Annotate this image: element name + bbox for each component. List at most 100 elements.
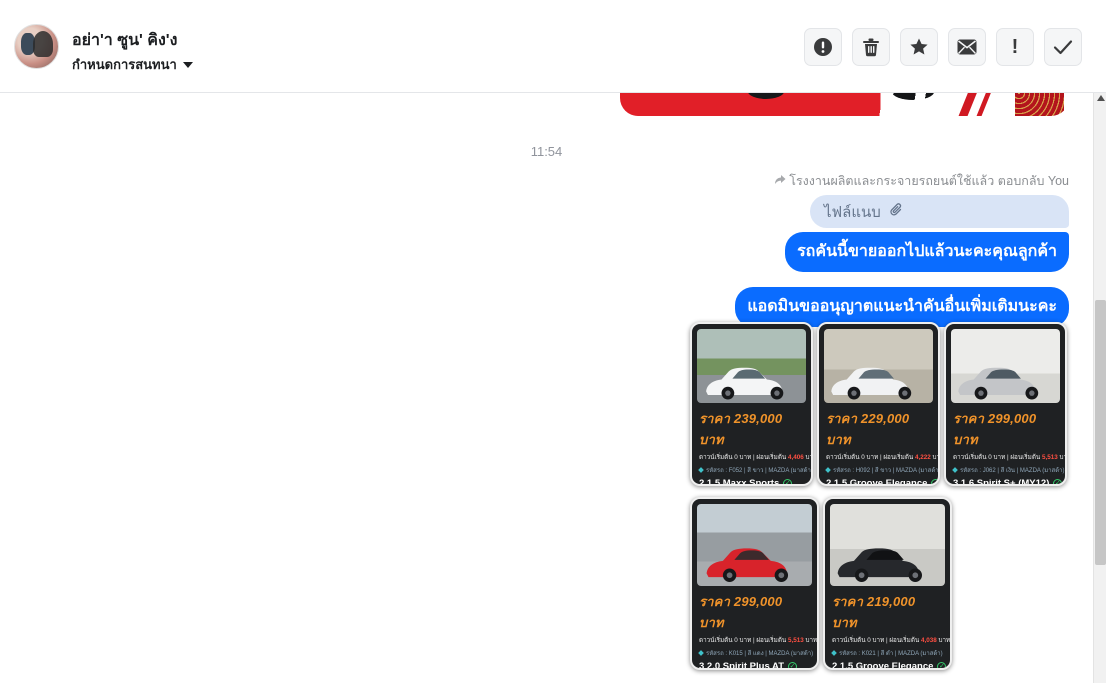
down-prefix: ดาวน์เริ่มต้น 0 บาท | ผ่อนเริ่มต้น — [826, 454, 915, 461]
scroll-up-arrow-icon[interactable] — [1097, 95, 1105, 101]
car-photo — [697, 329, 806, 403]
conversation-header: อย่า'า ซูน' คิง'ง กำหนดการสนทนา ! — [0, 0, 1106, 93]
down-suffix: บาท | 84 งวด — [938, 637, 951, 644]
car-code-text: รหัสรถ : K021 | สี ดำ | MAZDA (มาสด้า) — [839, 651, 943, 657]
header-actions: ! — [804, 28, 1082, 66]
car-listing-card-5[interactable]: ราคา 219,000 บาท ดาวน์เริ่มต้น 0 บาท | ผ… — [823, 497, 952, 670]
installment-amount: 5,513 — [1041, 454, 1058, 461]
car-code-line: รหัสรถ : K015 | สี แดง | MAZDA (มาสด้า) — [698, 648, 814, 658]
tag-icon — [698, 650, 704, 656]
down-prefix: ดาวน์เริ่มต้น 0 บาท | ผ่อนเริ่มต้น — [699, 454, 788, 461]
down-prefix: ดาวน์เริ่มต้น 0 บาท | ผ่อนเริ่มต้น — [832, 637, 921, 644]
reply-arrow-icon — [774, 174, 786, 188]
car-price: ราคา 229,000 บาท — [826, 411, 910, 447]
installment-amount: 5,513 — [787, 637, 804, 644]
car-model: 2 1.5 Maxx Sports ✓ — [699, 478, 804, 486]
down-suffix: บาท | 84 งวด — [932, 454, 940, 461]
delete-button[interactable] — [852, 28, 890, 66]
tag-icon — [698, 467, 704, 473]
down-suffix: บาท | 84 งวด — [805, 637, 818, 644]
tag-icon — [825, 467, 831, 473]
avatar[interactable] — [14, 24, 59, 69]
check-icon — [1053, 39, 1073, 55]
car-code-text: รหัสรถ : J062 | สี เงิน | MAZDA (มาสด้า) — [960, 468, 1065, 474]
reply-status: โรงงานผลิตและกระจายรถยนต์ใช้แล้ว ตอบกลับ… — [774, 171, 1069, 191]
car-model: 2 1.5 Groove Elegance ✓ — [826, 478, 938, 486]
conversation-label-dropdown[interactable]: กำหนดการสนทนา — [72, 54, 193, 75]
verified-check-icon: ✓ — [783, 479, 793, 486]
attachment-label: ไฟล์แนบ — [824, 203, 881, 221]
image-attachment-partial[interactable] — [620, 93, 1069, 116]
tag-icon — [952, 467, 958, 473]
star-icon — [909, 37, 929, 57]
car-price: ราคา 299,000 บาท — [953, 411, 1037, 447]
down-suffix: บาท | 84 งวด — [805, 454, 813, 461]
car-downpayment: ดาวน์เริ่มต้น 0 บาท | ผ่อนเริ่มต้น 4,222… — [826, 452, 938, 462]
chevron-down-icon — [182, 61, 193, 68]
car-downpayment: ดาวน์เริ่มต้น 0 บาท | ผ่อนเริ่มต้น 4,038… — [832, 635, 950, 645]
car-price: ราคา 299,000 บาท — [699, 594, 783, 630]
car-info: ราคา 299,000 บาท ดาวน์เริ่มต้น 0 บาท | ผ… — [946, 406, 1065, 486]
paperclip-icon — [889, 202, 904, 222]
car-listing-card-2[interactable]: ราคา 229,000 บาท ดาวน์เริ่มต้น 0 บาท | ผ… — [817, 322, 940, 486]
car-info: ราคา 239,000 บาท ดาวน์เริ่มต้น 0 บาท | ผ… — [692, 406, 811, 486]
car-model-text: 3 2.0 Spirit Plus AT — [699, 661, 784, 670]
verified-check-icon: ✓ — [1053, 479, 1063, 486]
verified-check-icon: ✓ — [931, 479, 939, 486]
tag-icon — [831, 650, 837, 656]
car-model-text: 2 1.5 Groove Elegance — [826, 478, 928, 486]
car-code-line: รหัสรถ : H092 | สี ขาว | MAZDA (มาสด้า) — [825, 465, 938, 475]
star-button[interactable] — [900, 28, 938, 66]
conversation-label: กำหนดการสนทนา — [72, 57, 177, 72]
car-code-line: รหัสรถ : F052 | สี ขาว | MAZDA (มาสด้า) — [698, 465, 811, 475]
car-code-text: รหัสรถ : K015 | สี แดง | MAZDA (มาสด้า) — [706, 651, 814, 657]
car-info: ราคา 299,000 บาท ดาวน์เริ่มต้น 0 บาท | ผ… — [692, 589, 817, 670]
car-code-text: รหัสรถ : F052 | สี ขาว | MAZDA (มาสด้า) — [706, 468, 813, 474]
outgoing-message: รถคันนี้ขายออกไปแล้วนะคะคุณลูกค้า — [785, 232, 1069, 272]
car-downpayment: ดาวน์เริ่มต้น 0 บาท | ผ่อนเริ่มต้น 4,406… — [699, 452, 811, 462]
car-cards-row-1: ราคา 239,000 บาท ดาวน์เริ่มต้น 0 บาท | ผ… — [690, 322, 1067, 486]
verified-check-icon: ✓ — [788, 662, 797, 670]
report-circle-icon — [813, 37, 833, 57]
exclamation-icon: ! — [1011, 36, 1019, 58]
envelope-icon — [957, 39, 977, 55]
car-model: 3 1.6 Spirit S+ (MY12) ✓ — [953, 478, 1063, 486]
car-photo — [830, 504, 945, 586]
car-price: ราคา 219,000 บาท — [832, 594, 916, 630]
car-code-text: รหัสรถ : H092 | สี ขาว | MAZDA (มาสด้า) — [833, 468, 940, 474]
down-suffix: บาท | 84 งวด — [1059, 454, 1067, 461]
mark-done-button[interactable] — [1044, 28, 1082, 66]
car-price: ราคา 239,000 บาท — [699, 411, 783, 447]
car-listing-card-3[interactable]: ราคา 299,000 บาท ดาวน์เริ่มต้น 0 บาท | ผ… — [944, 322, 1067, 486]
banner-stripe — [974, 93, 994, 116]
verified-check-icon: ✓ — [937, 662, 947, 670]
car-listing-card-1[interactable]: ราคา 239,000 บาท ดาวน์เริ่มต้น 0 บาท | ผ… — [690, 322, 813, 486]
car-model-text: 2 1.5 Groove Elegance — [832, 661, 934, 670]
car-info: ราคา 229,000 บาท ดาวน์เริ่มต้น 0 บาท | ผ… — [819, 406, 938, 486]
mark-important-button[interactable]: ! — [996, 28, 1034, 66]
chat-message-area: 11:54 โรงงานผลิตและกระจายรถยนต์ใช้แล้ว ต… — [0, 93, 1093, 683]
scrollbar-thumb[interactable] — [1095, 300, 1106, 565]
banner-person — [1015, 93, 1065, 116]
car-code-line: รหัสรถ : K021 | สี ดำ | MAZDA (มาสด้า) — [831, 648, 943, 658]
car-listing-card-4[interactable]: ราคา 299,000 บาท ดาวน์เริ่มต้น 0 บาท | ผ… — [690, 497, 819, 670]
car-photo — [824, 329, 933, 403]
car-cards-row-2: ราคา 299,000 บาท ดาวน์เริ่มต้น 0 บาท | ผ… — [690, 497, 952, 670]
banner-graphic — [748, 93, 784, 99]
reply-status-text: โรงงานผลิตและกระจายรถยนต์ใช้แล้ว ตอบกลับ… — [789, 174, 1069, 188]
scrollbar[interactable] — [1093, 93, 1106, 683]
contact-name: อย่า'า ซูน' คิง'ง — [72, 32, 178, 49]
mark-unread-button[interactable] — [948, 28, 986, 66]
trash-icon — [862, 37, 880, 57]
installment-amount: 4,406 — [787, 454, 804, 461]
installment-amount: 4,038 — [920, 637, 937, 644]
down-prefix: ดาวน์เริ่มต้น 0 บาท | ผ่อนเริ่มต้น — [699, 637, 788, 644]
file-attachment-bubble[interactable]: ไฟล์แนบ — [810, 195, 1069, 228]
banner-stripes — [862, 93, 962, 116]
down-prefix: ดาวน์เริ่มต้น 0 บาท | ผ่อนเริ่มต้น — [953, 454, 1042, 461]
car-model: 2 1.5 Groove Elegance ✓ — [832, 661, 947, 670]
car-downpayment: ดาวน์เริ่มต้น 0 บาท | ผ่อนเริ่มต้น 5,513… — [953, 452, 1065, 462]
car-downpayment: ดาวน์เริ่มต้น 0 บาท | ผ่อนเริ่มต้น 5,513… — [699, 635, 817, 645]
car-model-text: 3 1.6 Spirit S+ (MY12) — [953, 478, 1050, 486]
report-button[interactable] — [804, 28, 842, 66]
